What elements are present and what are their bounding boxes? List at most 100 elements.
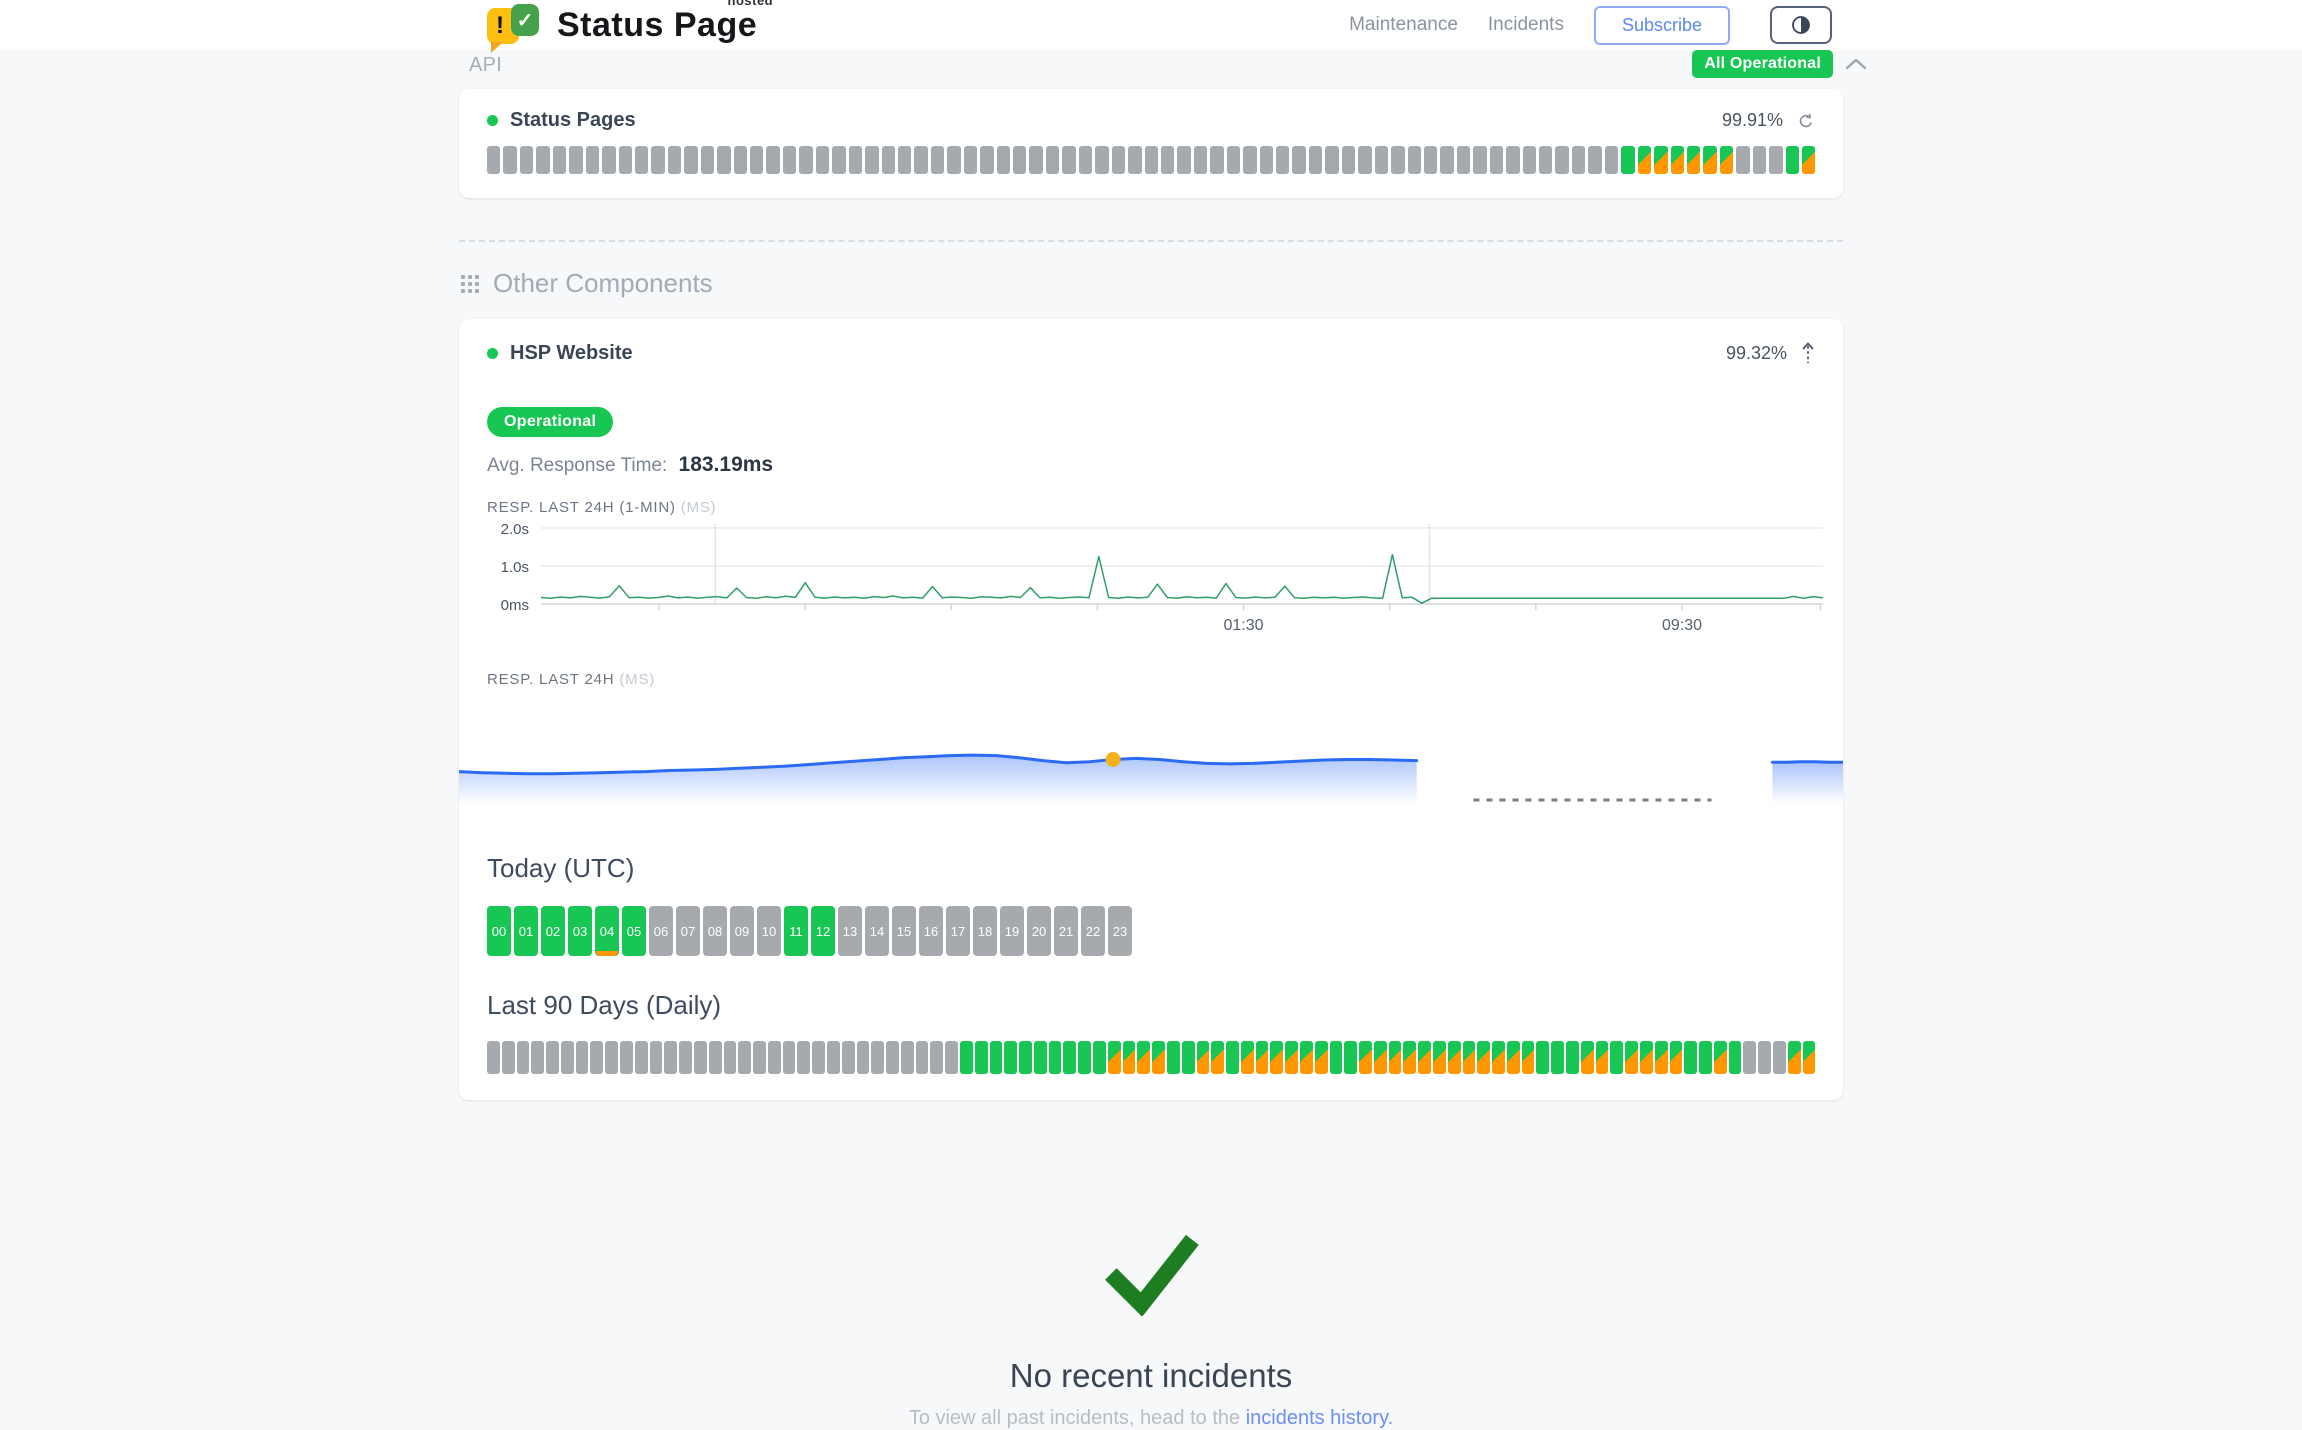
uptime-bar[interactable] (569, 146, 582, 174)
uptime-bar[interactable] (1654, 146, 1667, 174)
day-block[interactable] (709, 1041, 722, 1074)
day-block[interactable] (1729, 1041, 1742, 1074)
hour-block-01[interactable]: 01 (514, 906, 538, 956)
day-block[interactable] (945, 1041, 958, 1074)
day-block[interactable] (1389, 1041, 1402, 1074)
uptime-bar[interactable] (635, 146, 648, 174)
hour-block-11[interactable]: 11 (784, 906, 808, 956)
day-block[interactable] (842, 1041, 855, 1074)
day-block[interactable] (1034, 1041, 1047, 1074)
uptime-bar[interactable] (849, 146, 862, 174)
uptime-bar[interactable] (1588, 146, 1601, 174)
uptime-bar[interactable] (1753, 146, 1766, 174)
day-block[interactable] (1167, 1041, 1180, 1074)
day-block[interactable] (990, 1041, 1003, 1074)
hour-block-17[interactable]: 17 (946, 906, 970, 956)
response-line-chart[interactable]: 2.0s1.0s0ms01:3009:30 (487, 524, 1815, 641)
hour-block-14[interactable]: 14 (865, 906, 889, 956)
uptime-bar[interactable] (1523, 146, 1536, 174)
day-block[interactable] (1522, 1041, 1535, 1074)
day-block[interactable] (1463, 1041, 1476, 1074)
uptime-bar[interactable] (865, 146, 878, 174)
uptime-bar[interactable] (1703, 146, 1716, 174)
day-block[interactable] (1403, 1041, 1416, 1074)
day-block[interactable] (1418, 1041, 1431, 1074)
uptime-bar[interactable] (1539, 146, 1552, 174)
day-block[interactable] (1078, 1041, 1091, 1074)
day-block[interactable] (1359, 1041, 1372, 1074)
uptime-bar[interactable] (1358, 146, 1371, 174)
uptime-bar[interactable] (1095, 146, 1108, 174)
day-block[interactable] (1655, 1041, 1668, 1074)
hour-block-15[interactable]: 15 (892, 906, 916, 956)
day-block[interactable] (857, 1041, 870, 1074)
hour-block-12[interactable]: 12 (811, 906, 835, 956)
day-block[interactable] (1670, 1041, 1683, 1074)
uptime-bar[interactable] (602, 146, 615, 174)
nav-incidents[interactable]: Incidents (1488, 14, 1564, 36)
uptime-bar[interactable] (1506, 146, 1519, 174)
hour-block-23[interactable]: 23 (1108, 906, 1132, 956)
uptime-bar[interactable] (1145, 146, 1158, 174)
uptime-bar[interactable] (1079, 146, 1092, 174)
day-block[interactable] (1625, 1041, 1638, 1074)
hour-block-19[interactable]: 19 (1000, 906, 1024, 956)
uptime-bar[interactable] (1325, 146, 1338, 174)
hour-block-07[interactable]: 07 (676, 906, 700, 956)
uptime-bar[interactable] (586, 146, 599, 174)
day-block[interactable] (1714, 1041, 1727, 1074)
day-block[interactable] (901, 1041, 914, 1074)
uptime-bar[interactable] (1490, 146, 1503, 174)
day-block[interactable] (1699, 1041, 1712, 1074)
brand-logo[interactable]: ! ✓ Status Pagehosted (487, 2, 757, 48)
day-block[interactable] (724, 1041, 737, 1074)
day-block[interactable] (1374, 1041, 1387, 1074)
hour-block-02[interactable]: 02 (541, 906, 565, 956)
uptime-bar[interactable] (1210, 146, 1223, 174)
day-block[interactable] (1640, 1041, 1653, 1074)
day-block[interactable] (1448, 1041, 1461, 1074)
uptime-bar[interactable] (1260, 146, 1273, 174)
day-block[interactable] (1270, 1041, 1283, 1074)
uptime-bar[interactable] (1292, 146, 1305, 174)
day-block[interactable] (1004, 1041, 1017, 1074)
hour-block-05[interactable]: 05 (622, 906, 646, 956)
uptime-bar[interactable] (914, 146, 927, 174)
day-block[interactable] (1477, 1041, 1490, 1074)
uptime-bar[interactable] (1687, 146, 1700, 174)
subscribe-button[interactable]: Subscribe (1594, 6, 1730, 45)
refresh-icon[interactable] (1797, 112, 1815, 130)
hour-block-13[interactable]: 13 (838, 906, 862, 956)
uptime-bar[interactable] (1736, 146, 1749, 174)
day-block[interactable] (871, 1041, 884, 1074)
uptime-bar[interactable] (1638, 146, 1651, 174)
day-block[interactable] (960, 1041, 973, 1074)
day-block[interactable] (635, 1041, 648, 1074)
uptime-bar[interactable] (520, 146, 533, 174)
day-block[interactable] (1152, 1041, 1165, 1074)
day-block[interactable] (1536, 1041, 1549, 1074)
day-block[interactable] (797, 1041, 810, 1074)
uptime-bar[interactable] (898, 146, 911, 174)
uptime-bar[interactable] (799, 146, 812, 174)
uptime-bar[interactable] (651, 146, 664, 174)
day-block[interactable] (502, 1041, 515, 1074)
uptime-bar[interactable] (980, 146, 993, 174)
incidents-history-link[interactable]: incidents history. (1246, 1407, 1393, 1429)
uptime-bar[interactable] (1457, 146, 1470, 174)
day-block[interactable] (1063, 1041, 1076, 1074)
day-block[interactable] (561, 1041, 574, 1074)
day-block[interactable] (605, 1041, 618, 1074)
day-block[interactable] (531, 1041, 544, 1074)
day-block[interactable] (664, 1041, 677, 1074)
day-block[interactable] (1123, 1041, 1136, 1074)
uptime-bar[interactable] (766, 146, 779, 174)
day-block[interactable] (1610, 1041, 1623, 1074)
uptime-bar[interactable] (750, 146, 763, 174)
uptime-bar[interactable] (503, 146, 516, 174)
response-area-chart[interactable] (459, 714, 1843, 819)
day-block[interactable] (1492, 1041, 1505, 1074)
hour-block-18[interactable]: 18 (973, 906, 997, 956)
uptime-bar[interactable] (964, 146, 977, 174)
hour-block-10[interactable]: 10 (757, 906, 781, 956)
